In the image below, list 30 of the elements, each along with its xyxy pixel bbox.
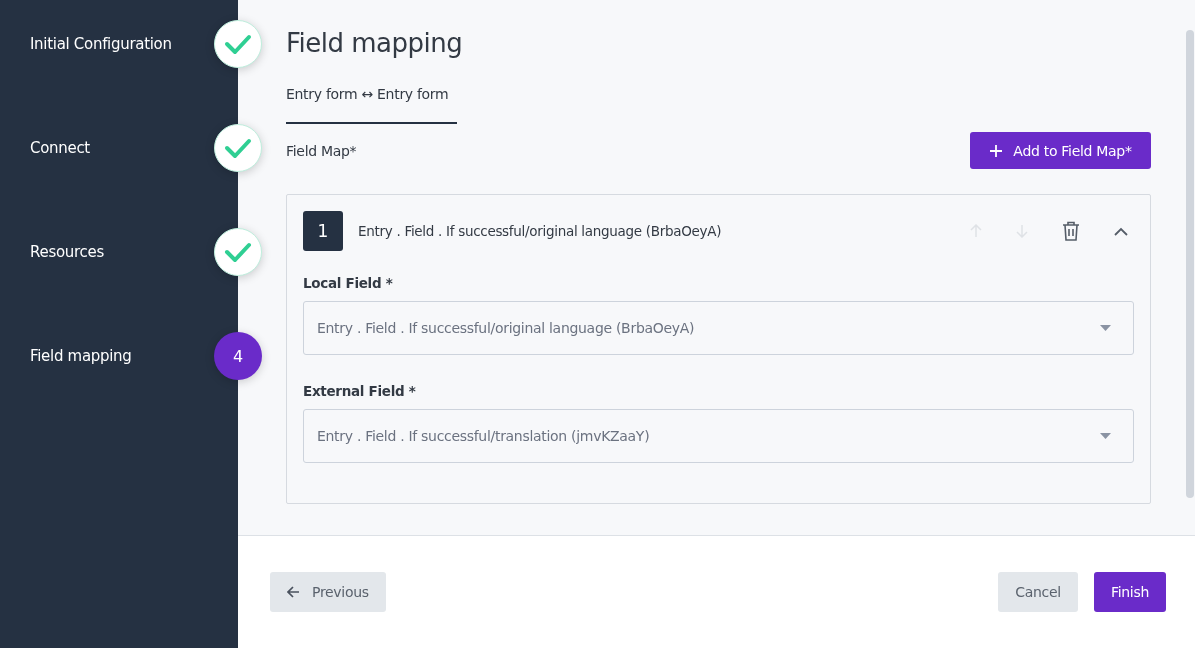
check-icon [224, 137, 252, 159]
cancel-button[interactable]: Cancel [998, 572, 1078, 612]
dropdown-caret-icon [1100, 325, 1111, 331]
finish-button[interactable]: Finish [1093, 572, 1166, 612]
mapping-title: Entry . Field . If successful/original language (BrbaOeyA) [358, 223, 723, 239]
step-label[interactable]: Field mapping [30, 332, 132, 380]
trash-icon[interactable] [1062, 221, 1080, 241]
step-label[interactable]: Connect [30, 124, 90, 172]
add-to-field-map-button[interactable]: Add to Field Map* [970, 132, 1151, 169]
field-label: Local Field * [303, 275, 394, 291]
dropdown-caret-icon [1100, 433, 1111, 439]
field-map-label: Field Map* [286, 142, 357, 159]
mapping-number: 1 [303, 211, 343, 251]
tab[interactable]: Entry form ↔ Entry form [286, 86, 457, 124]
step-label[interactable]: Resources [30, 228, 104, 276]
dropdown-field[interactable]: Entry . Field . If successful/translation (jmvKZaaY) [303, 409, 1134, 463]
check-icon [224, 241, 252, 263]
chevron-up-icon[interactable] [1114, 226, 1128, 236]
page-title: Field mapping [286, 28, 464, 58]
check-icon [224, 33, 252, 55]
plus-icon [989, 143, 1004, 158]
scrollbar[interactable] [1186, 30, 1194, 498]
previous-button[interactable]: Previous [270, 572, 386, 612]
step-label[interactable]: Initial Configuration [30, 20, 172, 68]
arrow-left-icon [287, 586, 300, 598]
field-label: External Field * [303, 383, 417, 399]
step-number: 4 [232, 346, 244, 366]
arrow-up-icon[interactable] [970, 224, 982, 238]
dropdown-field[interactable]: Entry . Field . If successful/original language (BrbaOeyA) [303, 301, 1134, 355]
arrow-down-icon[interactable] [1016, 224, 1028, 238]
